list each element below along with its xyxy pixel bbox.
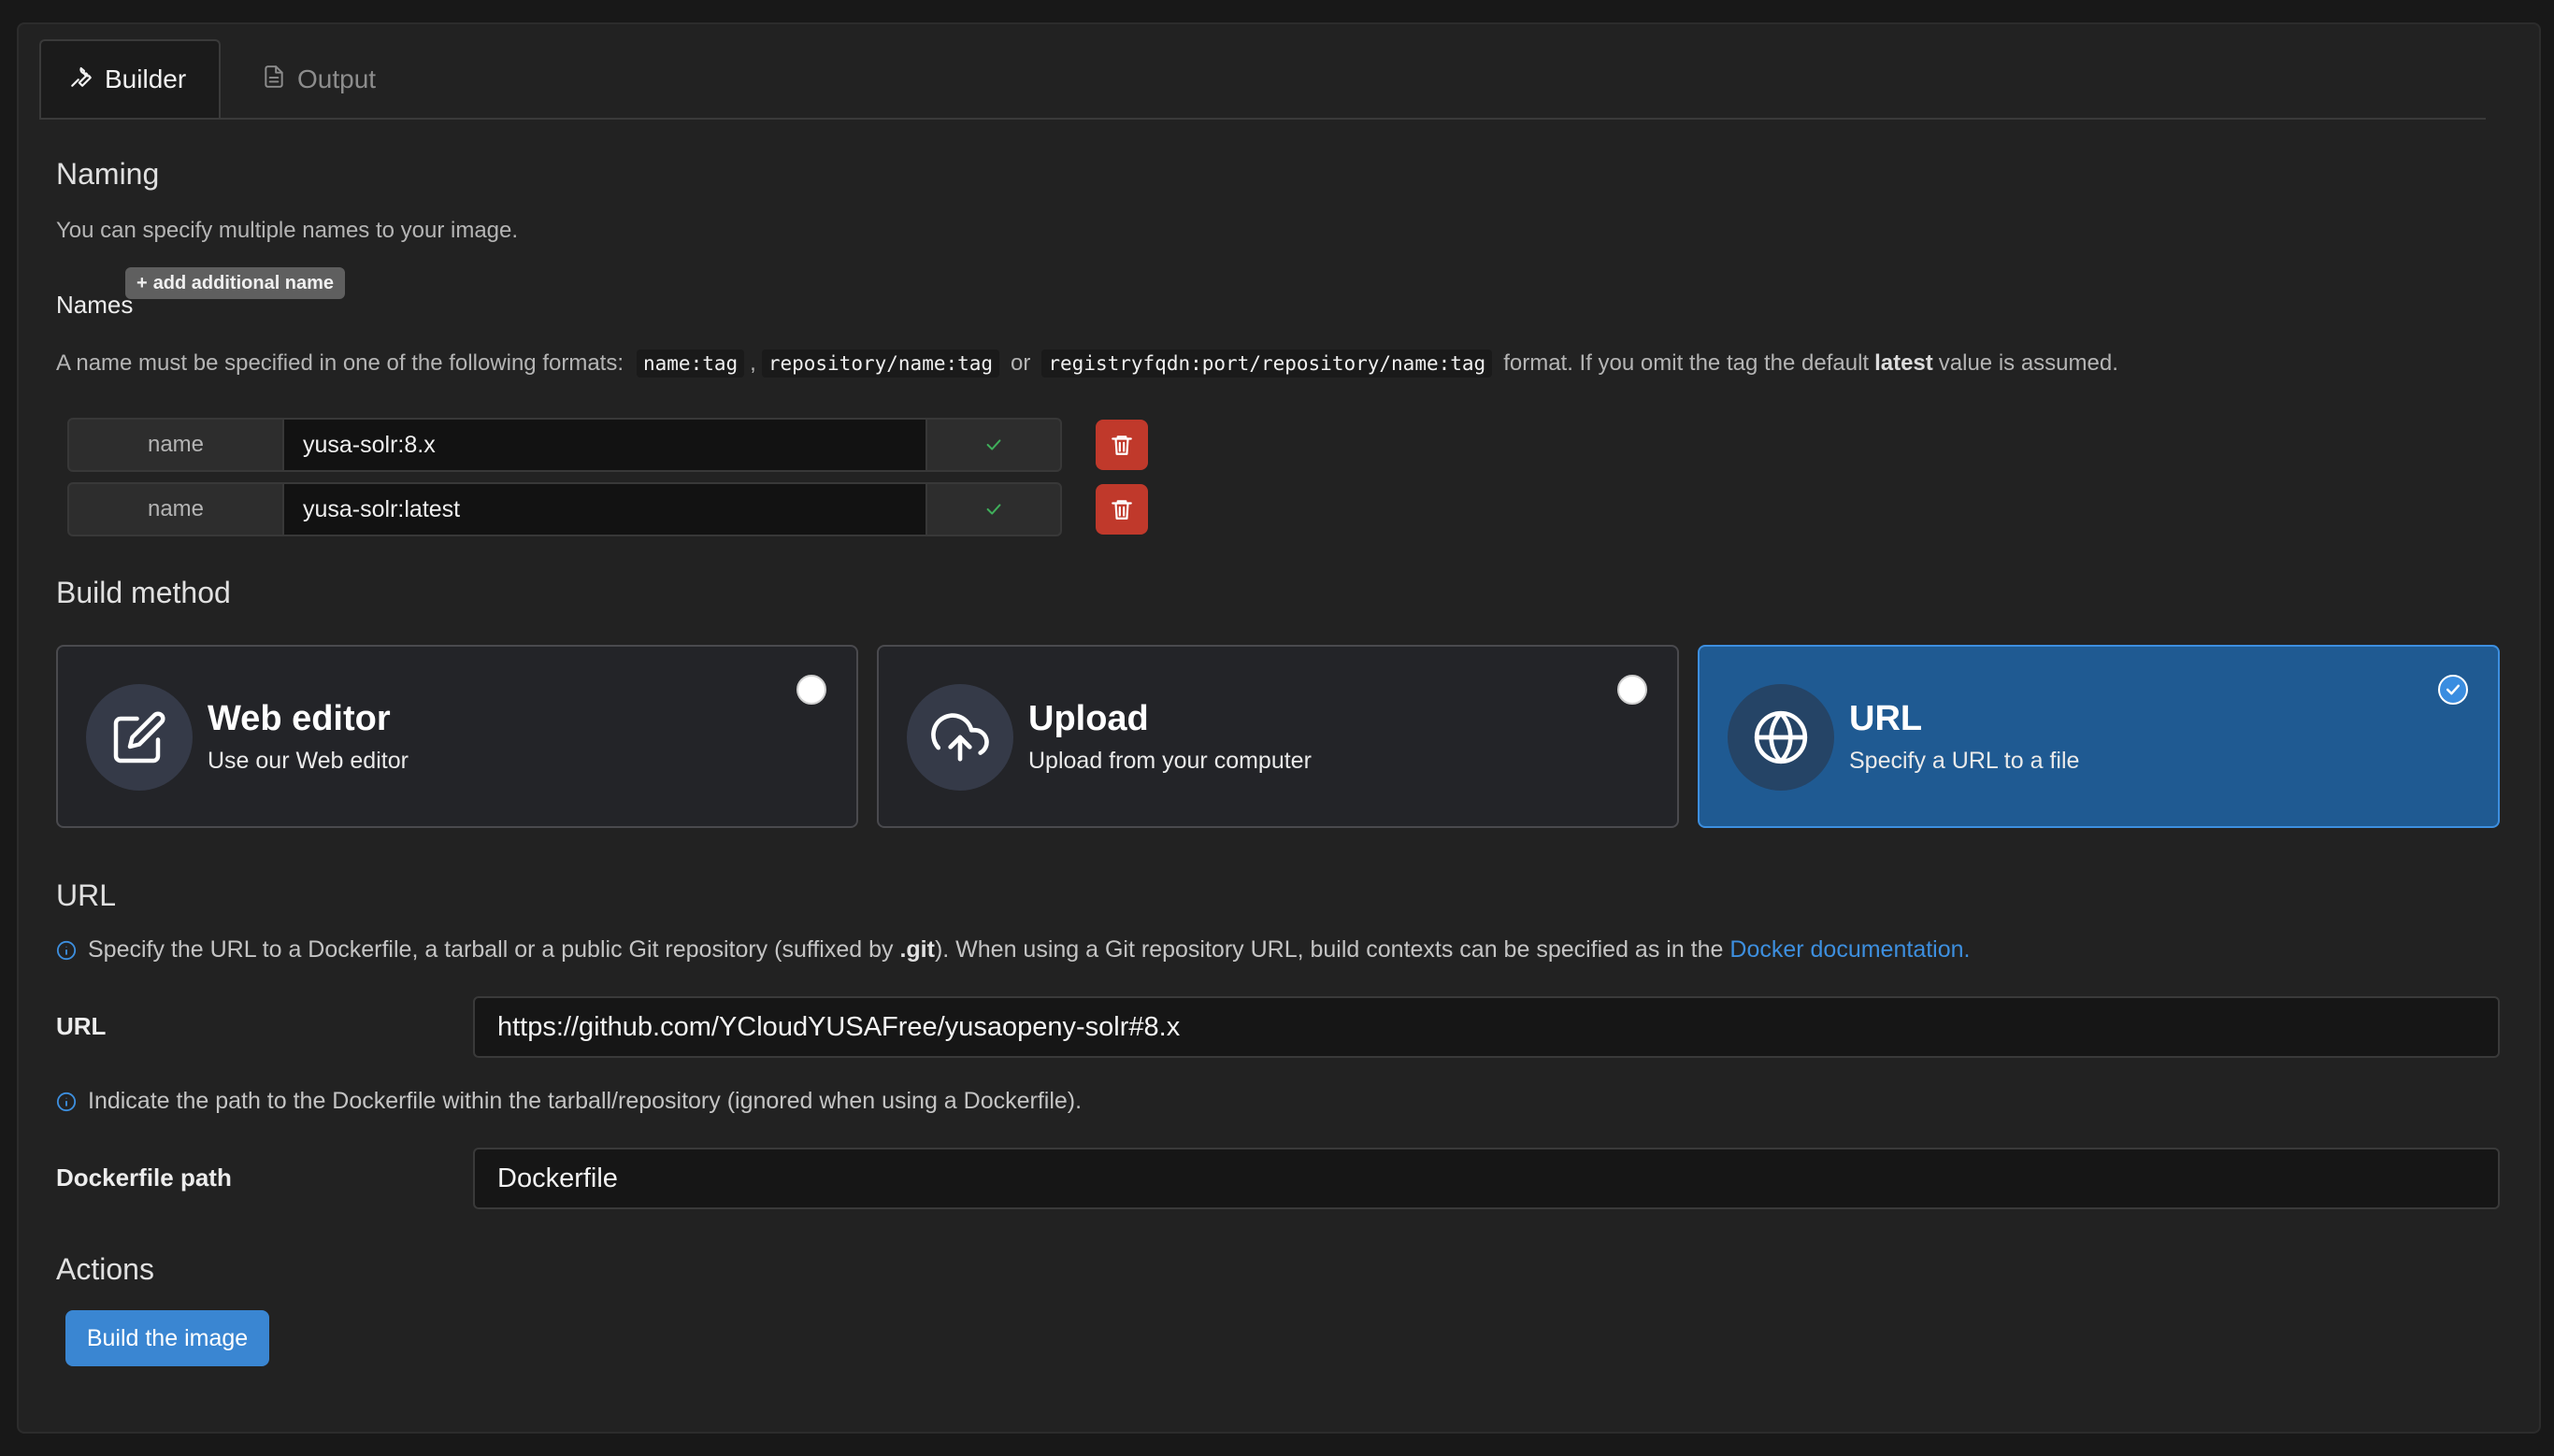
trash-icon <box>1112 500 1132 520</box>
format-sep-2: or <box>1011 350 1031 376</box>
tabs-divider <box>39 118 2486 120</box>
format-outro-1: format. If you omit the tag the default <box>1503 350 1870 376</box>
build-option-url[interactable]: URL Specify a URL to a file <box>1698 645 2500 828</box>
actions-title: Actions <box>56 1252 154 1286</box>
url-info-rest: ). When using a Git repository URL, buil… <box>934 936 1724 963</box>
build-option-title: Upload <box>1028 699 1149 738</box>
trash-icon <box>1112 435 1132 455</box>
build-option-title: URL <box>1849 699 1923 738</box>
docker-docs-link[interactable]: Docker documentation. <box>1729 936 1970 963</box>
build-option-radio-checked[interactable] <box>2438 675 2468 705</box>
valid-check-icon <box>925 418 1062 472</box>
tab-output[interactable]: Output <box>234 39 404 120</box>
format-bold-latest: latest <box>1874 350 1933 376</box>
delete-name-button[interactable] <box>1096 484 1148 535</box>
build-option-title: Web editor <box>208 699 391 738</box>
url-section-title: URL <box>56 878 117 912</box>
tab-builder-label: Builder <box>105 64 187 93</box>
edit-icon <box>86 684 193 791</box>
naming-description: You can specify multiple names to your i… <box>56 218 519 243</box>
wrench-icon <box>69 64 93 95</box>
url-label: URL <box>56 1012 107 1040</box>
checkmark-icon <box>2446 684 2461 695</box>
url-info-bold: .git <box>899 936 935 963</box>
build-option-subtitle: Specify a URL to a file <box>1849 748 2080 774</box>
url-input[interactable]: https://github.com/YCloudYUSAFree/yusaop… <box>473 996 2500 1058</box>
dockerfile-path-input[interactable]: Dockerfile <box>473 1148 2500 1209</box>
name-input[interactable]: yusa-solr:latest <box>282 482 927 536</box>
tab-builder[interactable]: Builder <box>39 39 221 120</box>
build-option-web-editor[interactable]: Web editor Use our Web editor <box>56 645 858 828</box>
build-option-radio[interactable] <box>1617 675 1647 705</box>
name-row-label: name <box>67 482 284 536</box>
format-intro: A name must be specified in one of the f… <box>56 350 624 376</box>
name-row-label: name <box>67 418 284 472</box>
names-label: Names <box>56 291 134 319</box>
naming-title: Naming <box>56 157 160 191</box>
document-icon <box>262 64 286 95</box>
valid-check-icon <box>925 482 1062 536</box>
name-format-help: A name must be specified in one of the f… <box>56 350 2118 378</box>
path-info-text: Indicate the path to the Dockerfile with… <box>88 1088 1083 1114</box>
build-option-upload[interactable]: Upload Upload from your computer <box>877 645 1679 828</box>
name-input[interactable]: yusa-solr:8.x <box>282 418 927 472</box>
add-name-label: add additional name <box>152 272 335 293</box>
add-name-button[interactable]: + add additional name <box>125 267 346 299</box>
format-sep-1: , <box>750 350 756 376</box>
plus-icon: + <box>136 272 148 293</box>
build-option-radio[interactable] <box>796 675 826 705</box>
upload-cloud-icon <box>907 684 1013 791</box>
tab-output-label: Output <box>297 64 377 93</box>
build-method-title: Build method <box>56 576 231 609</box>
dockerfile-path-label: Dockerfile path <box>56 1163 232 1192</box>
delete-name-button[interactable] <box>1096 420 1148 470</box>
format-outro-2: value is assumed. <box>1938 350 2118 376</box>
info-icon <box>56 940 77 960</box>
format-code-1: name:tag <box>637 350 745 378</box>
url-info: Specify the URL to a Dockerfile, a tarba… <box>56 936 1970 964</box>
format-code-2: repository/name:tag <box>761 350 1000 378</box>
info-icon <box>56 1092 77 1111</box>
globe-icon <box>1728 684 1834 791</box>
build-option-subtitle: Upload from your computer <box>1028 748 1312 774</box>
build-option-subtitle: Use our Web editor <box>208 748 409 774</box>
format-code-3: registryfqdn:port/repository/name:tag <box>1041 350 1493 378</box>
build-image-button[interactable]: Build the image <box>65 1310 269 1366</box>
path-info: Indicate the path to the Dockerfile with… <box>56 1088 1082 1115</box>
url-info-text: Specify the URL to a Dockerfile, a tarba… <box>88 936 894 963</box>
